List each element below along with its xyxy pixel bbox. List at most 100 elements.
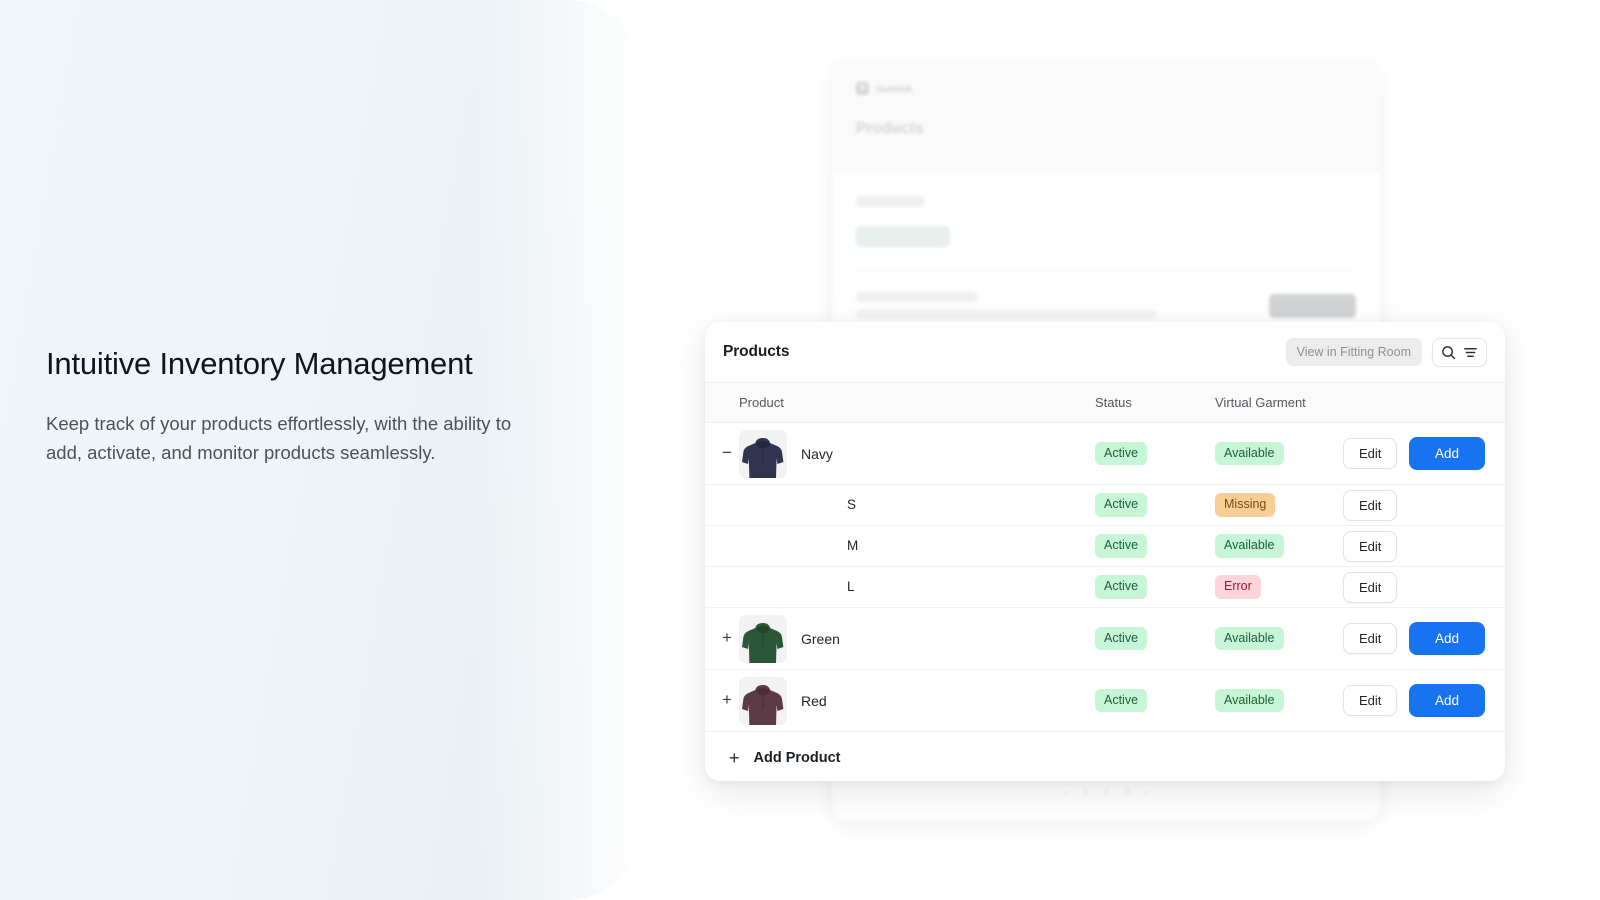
view-in-fitting-room-button[interactable]: View in Fitting Room xyxy=(1285,338,1422,366)
edit-cell: Edit xyxy=(1343,525,1409,567)
garment-cell: Error xyxy=(1215,566,1343,608)
table-row[interactable]: − Navy Active Available Edit Add xyxy=(705,422,1505,485)
status-cell: Active xyxy=(1095,669,1215,732)
garment-cell: Available xyxy=(1215,422,1343,485)
table-row[interactable]: + Red Active Available Edit Add xyxy=(705,669,1505,732)
add-cell: Add xyxy=(1409,669,1505,732)
table-row[interactable]: L Active Error Edit xyxy=(705,566,1505,608)
table-row[interactable]: + Green Active Available Edit Add xyxy=(705,607,1505,670)
skeleton-button xyxy=(1269,293,1356,318)
add-button[interactable]: Add xyxy=(1409,684,1486,717)
status-badge: Active xyxy=(1095,575,1148,599)
variant-name: S xyxy=(847,497,857,512)
add-button[interactable]: Add xyxy=(1409,437,1486,470)
add-cell: Add xyxy=(1409,422,1505,485)
add-product-label: Add Product xyxy=(753,750,841,766)
column-product: Product xyxy=(739,382,1095,423)
table-header-row: Product Status Virtual Garment xyxy=(705,382,1505,423)
edit-button[interactable]: Edit xyxy=(1343,685,1398,716)
collapse-toggle-navy[interactable]: − xyxy=(712,444,732,461)
garment-cell: Available xyxy=(1215,607,1343,670)
edit-cell: Edit xyxy=(1343,566,1409,608)
pagination-page: 3 xyxy=(1123,787,1130,798)
table-row[interactable]: S Active Missing Edit xyxy=(705,484,1505,526)
status-cell: Active xyxy=(1095,607,1215,670)
status-badge: Active xyxy=(1095,688,1148,713)
status-cell: Active xyxy=(1095,422,1215,485)
table-body: − Navy Active Available Edit Add S Activ… xyxy=(705,422,1505,732)
garment-badge: Error xyxy=(1215,575,1261,599)
background-pagination: ‹ 1 2 3 › xyxy=(832,787,1380,798)
product-cell: L xyxy=(739,566,1095,608)
status-cell: Active xyxy=(1095,566,1215,608)
pagination-page: 2 xyxy=(1103,787,1109,798)
products-table: Product Status Virtual Garment − Navy Ac… xyxy=(705,382,1505,732)
background-app-logo-label: OutfitXR xyxy=(876,83,913,94)
search-icon[interactable] xyxy=(1441,345,1456,360)
status-cell: Active xyxy=(1095,484,1215,526)
add-cell xyxy=(1409,484,1505,526)
edit-button[interactable]: Edit xyxy=(1343,489,1398,521)
garment-badge: Available xyxy=(1215,441,1284,466)
product-cell: Red xyxy=(739,669,1095,732)
garment-badge: Available xyxy=(1215,626,1284,651)
row-toggle-cell[interactable]: + xyxy=(705,669,739,732)
shield-icon xyxy=(856,82,869,95)
skeleton-bar xyxy=(856,196,924,207)
expand-toggle-red[interactable]: + xyxy=(712,691,732,708)
add-button[interactable]: Add xyxy=(1409,622,1486,655)
add-product-row[interactable]: + Add Product xyxy=(705,732,1505,781)
background-app-logo: OutfitXR xyxy=(856,82,1356,95)
edit-button[interactable]: Edit xyxy=(1343,530,1398,562)
products-card-header: Products View in Fitting Room xyxy=(705,322,1505,382)
edit-button[interactable]: Edit xyxy=(1343,571,1398,603)
product-thumbnail-green xyxy=(739,614,787,663)
product-thumbnail-navy xyxy=(739,429,787,478)
edit-button[interactable]: Edit xyxy=(1343,438,1398,469)
product-name: Navy xyxy=(801,445,833,462)
products-title: Products xyxy=(723,343,790,360)
row-toggle-cell xyxy=(705,525,739,567)
column-virtual-garment: Virtual Garment xyxy=(1215,382,1505,423)
row-toggle-cell[interactable]: − xyxy=(705,422,739,485)
pagination-prev: ‹ xyxy=(1064,787,1068,798)
background-app-header: OutfitXR Products xyxy=(832,62,1380,172)
add-cell xyxy=(1409,525,1505,567)
column-toggle xyxy=(705,382,739,423)
status-badge: Active xyxy=(1095,493,1148,517)
products-header-actions: View in Fitting Room xyxy=(1285,337,1487,367)
garment-badge: Available xyxy=(1215,534,1284,558)
product-name: Red xyxy=(801,692,827,709)
background-app-title: Products xyxy=(856,120,924,137)
skeleton-bar xyxy=(856,292,978,302)
garment-badge: Available xyxy=(1215,688,1284,713)
edit-cell: Edit xyxy=(1343,484,1409,526)
status-badge: Active xyxy=(1095,626,1148,651)
page-root: Intuitive Inventory Management Keep trac… xyxy=(0,0,1600,900)
add-cell xyxy=(1409,566,1505,608)
edit-button[interactable]: Edit xyxy=(1343,623,1398,654)
edit-cell: Edit xyxy=(1343,422,1409,485)
products-card: Products View in Fitting Room Product St… xyxy=(705,322,1505,781)
add-cell: Add xyxy=(1409,607,1505,670)
filter-icon[interactable] xyxy=(1463,345,1478,360)
skeleton-bar xyxy=(856,310,1156,319)
edit-cell: Edit xyxy=(1343,669,1409,732)
row-toggle-cell[interactable]: + xyxy=(705,607,739,670)
status-badge: Active xyxy=(1095,534,1148,558)
status-badge: Active xyxy=(1095,441,1148,466)
variant-name: M xyxy=(847,538,859,553)
product-name: Green xyxy=(801,630,840,647)
hero-subcopy: Keep track of your products effortlessly… xyxy=(46,413,512,463)
row-toggle-cell xyxy=(705,484,739,526)
search-filter-group[interactable] xyxy=(1432,337,1487,367)
column-status: Status xyxy=(1095,382,1215,423)
page-title: Intuitive Inventory Management xyxy=(46,346,473,381)
expand-toggle-green[interactable]: + xyxy=(712,629,732,646)
garment-cell: Missing xyxy=(1215,484,1343,526)
pagination-next: › xyxy=(1144,787,1148,798)
table-row[interactable]: M Active Available Edit xyxy=(705,525,1505,567)
row-toggle-cell xyxy=(705,566,739,608)
skeleton-group xyxy=(856,292,1156,319)
garment-cell: Available xyxy=(1215,669,1343,732)
